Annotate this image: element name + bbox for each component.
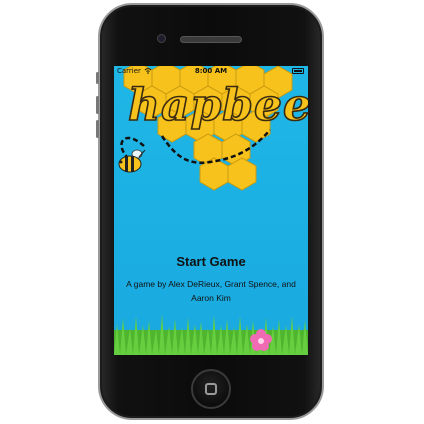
home-button-icon (205, 383, 217, 395)
mute-switch (96, 72, 99, 84)
volume-up-button (96, 96, 99, 114)
grass-graphic (114, 314, 308, 355)
flower-icon (250, 329, 272, 351)
battery-level (294, 70, 302, 72)
home-button[interactable] (191, 369, 231, 409)
hapbee-logo: hapbee (127, 79, 308, 132)
volume-down-button (96, 120, 99, 138)
status-bar: Carrier 8:00 AM (114, 66, 308, 76)
start-game-button[interactable]: Start Game (176, 254, 245, 269)
front-camera (157, 34, 166, 43)
credits-text: A game by Alex DeRieux, Grant Spence, an… (126, 279, 296, 303)
bee-icon (118, 149, 146, 173)
earpiece-speaker (180, 36, 242, 43)
battery-icon (292, 68, 304, 74)
game-screen: hapbee Carrier 8:00 AM Start Game A game… (114, 66, 308, 355)
title-area: Start Game A game by Alex DeRieux, Grant… (114, 251, 308, 305)
status-time: 8:00 AM (194, 67, 228, 75)
